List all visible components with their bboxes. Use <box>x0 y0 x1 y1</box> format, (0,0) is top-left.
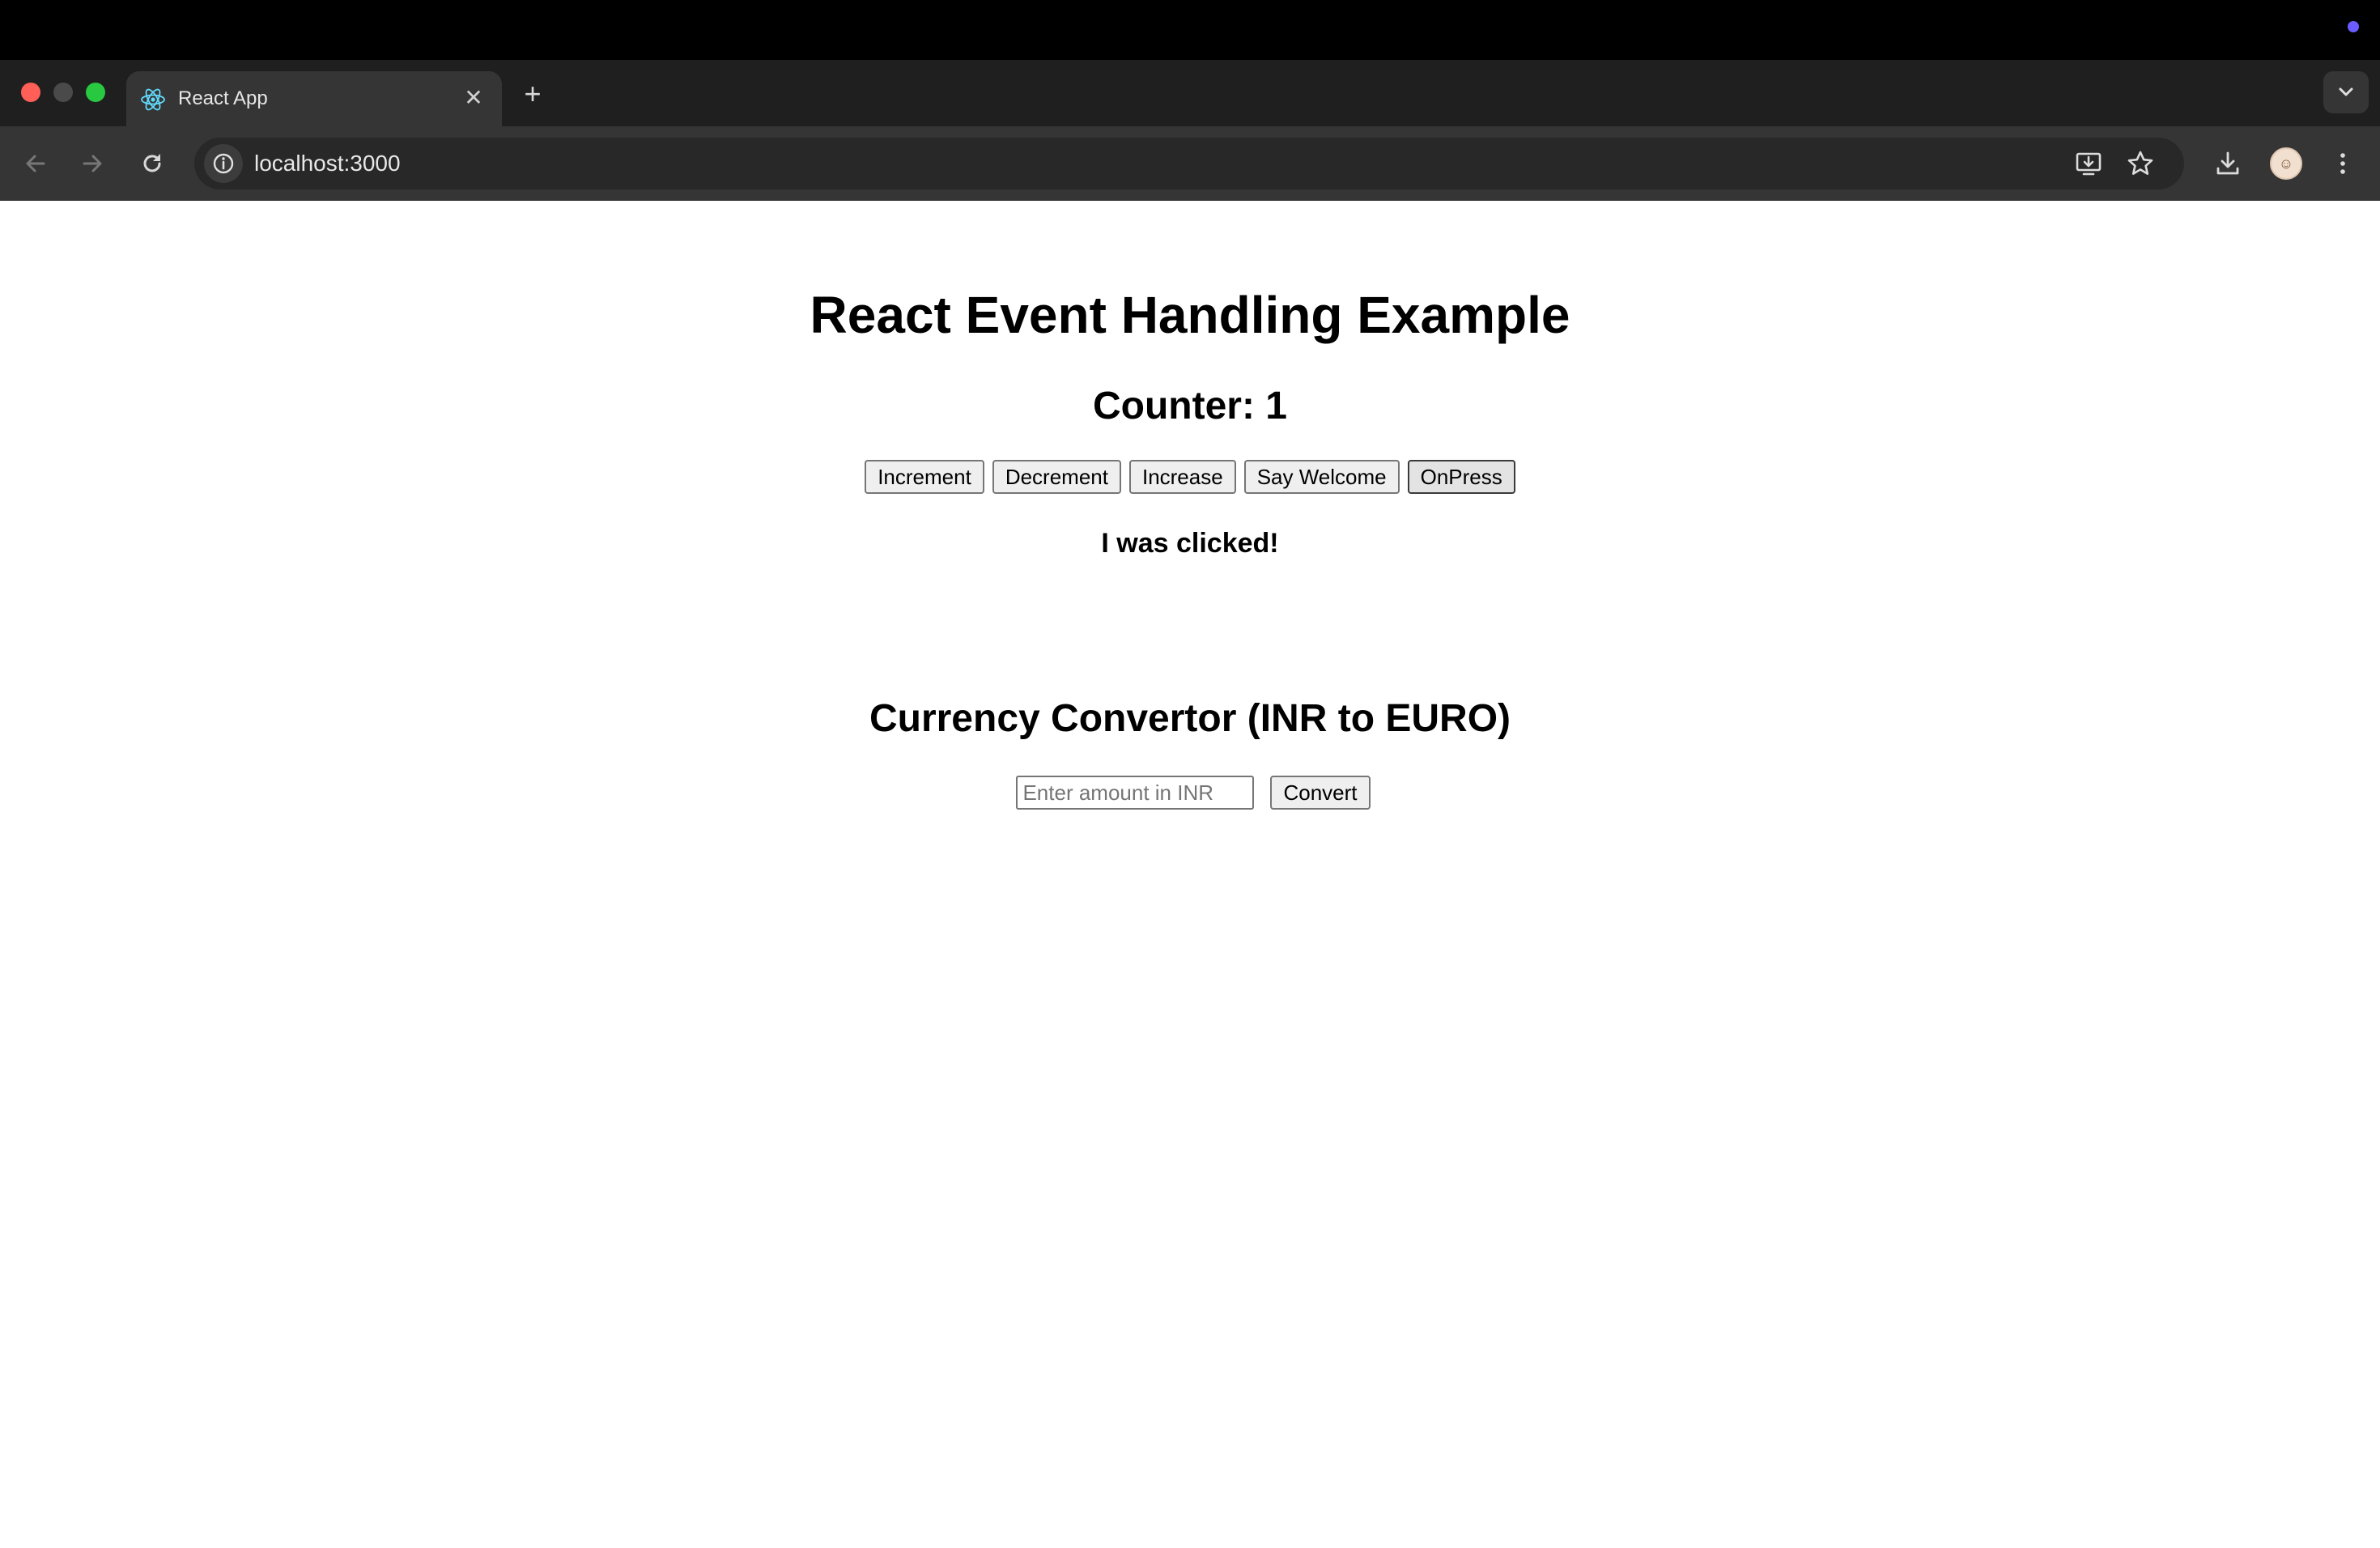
arrow-right-icon <box>83 155 102 172</box>
os-menu-bar <box>0 0 2380 60</box>
page-content: React Event Handling Example Counter: 1 … <box>0 201 2380 1548</box>
avatar: ☺ <box>2270 147 2302 180</box>
browser-toolbar: localhost:3000 ☺ <box>0 126 2380 201</box>
status-dot-icon <box>2348 21 2359 32</box>
increment-button[interactable]: Increment <box>865 460 984 494</box>
address-bar[interactable]: localhost:3000 <box>194 138 2184 189</box>
say-welcome-button[interactable]: Say Welcome <box>1243 460 1400 494</box>
react-logo-icon <box>141 88 165 111</box>
new-tab-plus-icon[interactable]: + <box>518 79 547 110</box>
close-tab-icon[interactable]: ✕ <box>460 84 487 112</box>
chevron-down-icon <box>2339 87 2353 96</box>
arrow-left-icon <box>26 155 45 172</box>
bookmark-button[interactable] <box>2124 147 2157 180</box>
inr-amount-input[interactable] <box>1016 776 1255 810</box>
counter-button-row: Increment Decrement Increase Say Welcome… <box>0 460 2380 494</box>
convert-button[interactable]: Convert <box>1270 776 1371 810</box>
converter-title: Currency Convertor (INR to EURO) <box>869 697 1511 740</box>
star-icon <box>2127 151 2153 175</box>
decrement-button[interactable]: Decrement <box>992 460 1121 494</box>
tab-search-button[interactable] <box>2323 71 2369 113</box>
increase-button[interactable]: Increase <box>1128 460 1236 494</box>
profile-button[interactable]: ☺ <box>2267 144 2306 183</box>
install-app-button[interactable] <box>2072 147 2105 180</box>
counter-label: Counter: 1 <box>1093 385 1287 427</box>
maximize-window-button[interactable] <box>86 83 105 102</box>
page-title: React Event Handling Example <box>810 286 1570 344</box>
url-text: localhost:3000 <box>254 151 401 176</box>
converter-row: Convert <box>0 776 2380 810</box>
download-icon <box>2216 151 2239 175</box>
kebab-menu-icon <box>2340 153 2345 174</box>
forward-button[interactable] <box>73 144 112 183</box>
onpress-button[interactable]: OnPress <box>1407 460 1515 494</box>
close-window-button[interactable] <box>21 83 40 102</box>
minimize-window-button[interactable] <box>53 83 73 102</box>
tab-strip: React App ✕ + <box>0 60 2380 126</box>
downloads-button[interactable] <box>2208 144 2247 183</box>
info-icon <box>213 153 234 174</box>
tab-title: React App <box>178 87 268 109</box>
reload-icon <box>143 154 161 172</box>
back-button[interactable] <box>16 144 55 183</box>
install-app-icon <box>2076 152 2102 176</box>
reload-button[interactable] <box>133 144 172 183</box>
click-message: I was clicked! <box>1101 528 1279 559</box>
browser-tab[interactable]: React App ✕ <box>126 71 502 126</box>
browser-menu-button[interactable] <box>2323 144 2362 183</box>
site-info-button[interactable] <box>204 144 243 183</box>
